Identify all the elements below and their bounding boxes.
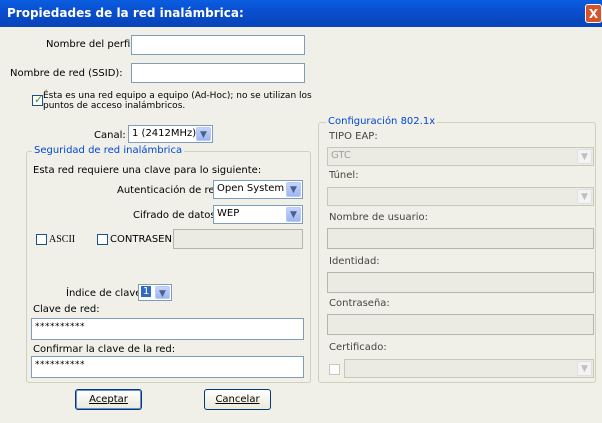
identity-input — [327, 272, 594, 293]
key-index-label: Índice de clave — [66, 288, 142, 299]
adhoc-checkbox[interactable] — [32, 93, 43, 106]
channel-select[interactable]: 1 (2412MHz) ▼ — [128, 125, 213, 143]
password-toggle-label: CONTRASEÑA — [110, 234, 172, 245]
accept-label: Aceptar — [89, 394, 128, 405]
eap-type-label: TIPO EAP: — [329, 131, 378, 142]
username-input — [327, 228, 594, 249]
close-button[interactable]: X — [585, 4, 602, 23]
security-intro: Esta red requiere una clave para lo sigu… — [33, 165, 262, 176]
security-legend: Seguridad de red inalámbrica — [32, 145, 185, 156]
chevron-down-icon: ▼ — [155, 286, 170, 299]
auth-value: Open System — [217, 183, 285, 194]
ssid-label: Nombre de red (SSID): — [10, 68, 123, 79]
adhoc-label-line2: puntos de acceso inalámbricos. — [43, 101, 186, 111]
confirm-value: ********** — [35, 360, 85, 370]
chevron-down-icon: ▼ — [577, 361, 592, 376]
eap-password-input — [327, 314, 594, 335]
auth-select[interactable]: Open System ▼ — [213, 180, 303, 199]
eap-legend: Configuración 802.1x — [326, 116, 438, 127]
profile-input[interactable] — [131, 35, 305, 55]
eap-type-select: GTC ▼ — [327, 147, 594, 166]
ascii-checkbox[interactable] — [36, 234, 47, 245]
confirm-label: Confirmar la clave de la red: — [33, 344, 176, 355]
key-label: Clave de red: — [33, 304, 100, 315]
chevron-down-icon: ▼ — [286, 182, 301, 197]
confirm-input[interactable]: ********** — [31, 356, 304, 378]
tunnel-label: Túnel: — [329, 170, 359, 181]
cipher-select[interactable]: WEP ▼ — [213, 205, 303, 224]
password-checkbox[interactable] — [97, 234, 108, 245]
accept-button[interactable]: Aceptar — [75, 389, 142, 410]
eap-password-label: Contraseña: — [329, 298, 390, 309]
adhoc-label-line1: Ésta es una red equipo a equipo (Ad-Hoc)… — [43, 91, 312, 101]
identity-label: Identidad: — [329, 256, 380, 267]
chevron-down-icon: ▼ — [196, 127, 211, 141]
chevron-down-icon: ▼ — [577, 149, 592, 164]
certificate-label: Certificado: — [329, 342, 387, 353]
ssid-input[interactable] — [131, 63, 305, 83]
ascii-label: ASCII — [49, 234, 76, 245]
channel-label: Canal: — [94, 130, 126, 141]
auth-label: Autenticación de red: — [117, 185, 225, 196]
tunnel-select: ▼ — [327, 187, 594, 206]
eap-type-value: GTC — [331, 150, 351, 161]
key-index-select[interactable]: 1 ▼ — [138, 284, 172, 301]
window-title: Propiedades de la red inalámbrica: — [7, 6, 244, 20]
chevron-down-icon: ▼ — [577, 189, 592, 204]
username-label: Nombre de usuario: — [329, 212, 428, 223]
chevron-down-icon: ▼ — [286, 207, 301, 222]
password-field — [173, 229, 303, 249]
cancel-button[interactable]: Cancelar — [204, 389, 271, 410]
certificate-checkbox — [329, 364, 340, 375]
channel-value: 1 (2412MHz) — [132, 128, 197, 139]
key-input[interactable]: ********** — [31, 318, 304, 340]
profile-label: Nombre del perfil: — [46, 39, 137, 50]
cancel-label: Cancelar — [215, 394, 260, 405]
key-value: ********** — [35, 322, 85, 332]
cipher-label: Cifrado de datos: — [133, 210, 219, 221]
cipher-value: WEP — [217, 208, 240, 219]
key-index-value: 1 — [141, 286, 152, 297]
certificate-select: ▼ — [344, 359, 594, 378]
